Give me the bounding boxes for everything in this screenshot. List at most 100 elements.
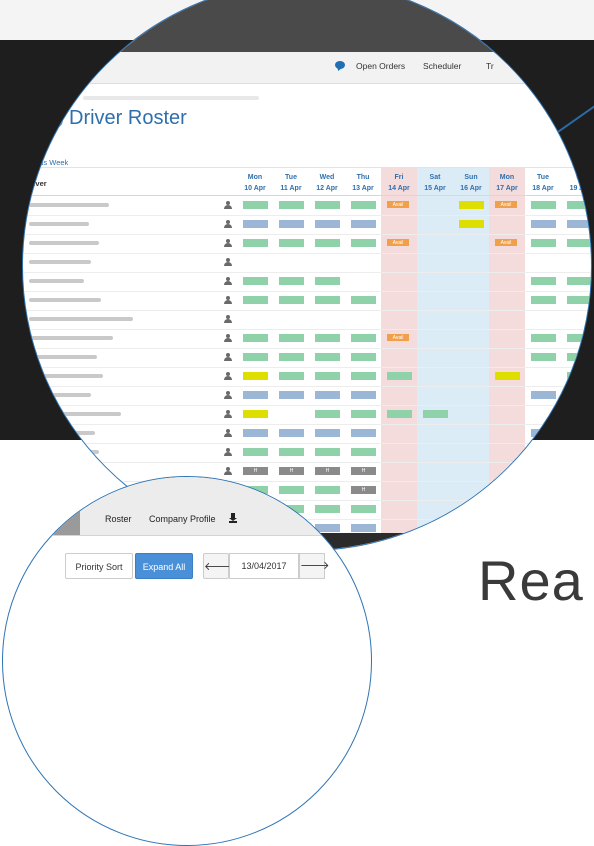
shift-block[interactable] xyxy=(495,372,520,380)
shift-block[interactable] xyxy=(567,429,591,437)
table-row[interactable]: Avail xyxy=(23,329,591,349)
shift-block[interactable] xyxy=(315,429,340,437)
shift-block[interactable] xyxy=(243,201,268,209)
person-icon[interactable] xyxy=(224,239,232,248)
shift-block[interactable] xyxy=(567,372,591,380)
shift-block[interactable] xyxy=(531,296,556,304)
person-icon[interactable] xyxy=(224,372,232,381)
shift-block[interactable] xyxy=(243,429,268,437)
shift-block[interactable] xyxy=(243,334,268,342)
person-icon[interactable] xyxy=(224,258,232,267)
shift-block[interactable] xyxy=(243,448,268,456)
shift-block[interactable] xyxy=(567,201,591,209)
shift-block[interactable] xyxy=(567,334,591,342)
shift-block[interactable] xyxy=(531,334,556,342)
shift-block[interactable] xyxy=(315,239,340,247)
person-icon[interactable] xyxy=(224,410,232,419)
shift-block[interactable] xyxy=(279,239,304,247)
holiday-shift[interactable]: H xyxy=(315,467,340,475)
shift-block[interactable] xyxy=(315,353,340,361)
shift-block[interactable] xyxy=(351,410,376,418)
shift-block[interactable] xyxy=(315,410,340,418)
shift-block[interactable] xyxy=(315,391,340,399)
tab-roster[interactable]: Roster xyxy=(105,514,132,524)
shift-block[interactable] xyxy=(315,296,340,304)
table-row[interactable] xyxy=(23,348,591,368)
shift-block[interactable] xyxy=(351,239,376,247)
table-row[interactable]: Avail Avail xyxy=(23,196,591,216)
shift-block[interactable] xyxy=(531,486,556,494)
shift-block[interactable] xyxy=(279,372,304,380)
shift-block[interactable] xyxy=(279,277,304,285)
person-icon[interactable] xyxy=(224,220,232,229)
shift-block[interactable] xyxy=(567,296,591,304)
shift-block[interactable] xyxy=(567,353,591,361)
nav-scheduler[interactable]: Scheduler xyxy=(423,61,461,71)
shift-block[interactable] xyxy=(351,372,376,380)
tab-company-profile[interactable]: Company Profile xyxy=(149,514,216,524)
shift-block[interactable] xyxy=(243,391,268,399)
shift-block[interactable] xyxy=(531,239,556,247)
avail-badge[interactable]: Avail xyxy=(495,505,517,512)
table-row[interactable] xyxy=(23,215,591,235)
shift-block[interactable] xyxy=(279,391,304,399)
shift-block[interactable] xyxy=(567,277,591,285)
table-row[interactable] xyxy=(23,405,591,425)
next-date-button[interactable]: 🡒 xyxy=(299,553,330,579)
shift-block[interactable] xyxy=(351,429,376,437)
date-field[interactable]: 13/04/2017 xyxy=(229,553,299,579)
shift-block[interactable] xyxy=(279,296,304,304)
shift-block[interactable] xyxy=(567,239,591,247)
shift-block[interactable] xyxy=(531,220,556,228)
person-icon[interactable] xyxy=(224,429,232,438)
chat-icon[interactable] xyxy=(335,61,345,69)
shift-block[interactable] xyxy=(531,277,556,285)
shift-block[interactable] xyxy=(567,220,591,228)
shift-block[interactable] xyxy=(315,448,340,456)
shift-block[interactable] xyxy=(459,220,484,228)
shift-block[interactable] xyxy=(243,372,268,380)
table-row[interactable] xyxy=(23,443,591,463)
shift-block[interactable] xyxy=(387,410,412,418)
avail-badge[interactable]: Avail xyxy=(495,201,517,208)
person-icon[interactable] xyxy=(224,334,232,343)
shift-block[interactable] xyxy=(315,220,340,228)
shift-block[interactable] xyxy=(423,410,448,418)
shift-block[interactable] xyxy=(279,448,304,456)
shift-block[interactable] xyxy=(531,467,556,475)
holiday-shift[interactable]: H xyxy=(351,467,376,475)
shift-block[interactable] xyxy=(459,201,484,209)
shift-block[interactable] xyxy=(531,201,556,209)
shift-block[interactable] xyxy=(279,429,304,437)
shift-block[interactable] xyxy=(243,239,268,247)
shift-block[interactable] xyxy=(531,429,556,437)
shift-block[interactable] xyxy=(279,353,304,361)
shift-block[interactable] xyxy=(315,372,340,380)
person-icon[interactable] xyxy=(224,353,232,362)
person-icon[interactable] xyxy=(224,448,232,457)
avail-badge[interactable]: Avail xyxy=(387,334,409,341)
shift-block[interactable] xyxy=(351,220,376,228)
shift-block[interactable] xyxy=(315,334,340,342)
expand-all-button[interactable]: Expand All xyxy=(135,553,193,579)
previous-date-button[interactable]: 🡐 xyxy=(203,553,234,579)
table-row[interactable] xyxy=(23,253,591,273)
shift-block[interactable] xyxy=(351,334,376,342)
table-row[interactable] xyxy=(23,291,591,311)
tab-drivers[interactable]: Drivers xyxy=(23,501,80,535)
shift-block[interactable] xyxy=(351,201,376,209)
table-row[interactable] xyxy=(23,367,591,387)
table-row[interactable] xyxy=(23,272,591,292)
download-icon[interactable] xyxy=(229,513,237,523)
person-icon[interactable] xyxy=(224,467,232,476)
shift-block[interactable] xyxy=(279,334,304,342)
shift-block[interactable] xyxy=(315,277,340,285)
person-icon[interactable] xyxy=(224,315,232,324)
person-icon[interactable] xyxy=(224,277,232,286)
table-row[interactable] xyxy=(23,424,591,444)
avail-badge[interactable]: Avail xyxy=(387,201,409,208)
priority-sort-button[interactable]: Priority Sort xyxy=(65,553,133,579)
shift-block[interactable] xyxy=(243,296,268,304)
person-icon[interactable] xyxy=(224,391,232,400)
shift-block[interactable] xyxy=(531,353,556,361)
